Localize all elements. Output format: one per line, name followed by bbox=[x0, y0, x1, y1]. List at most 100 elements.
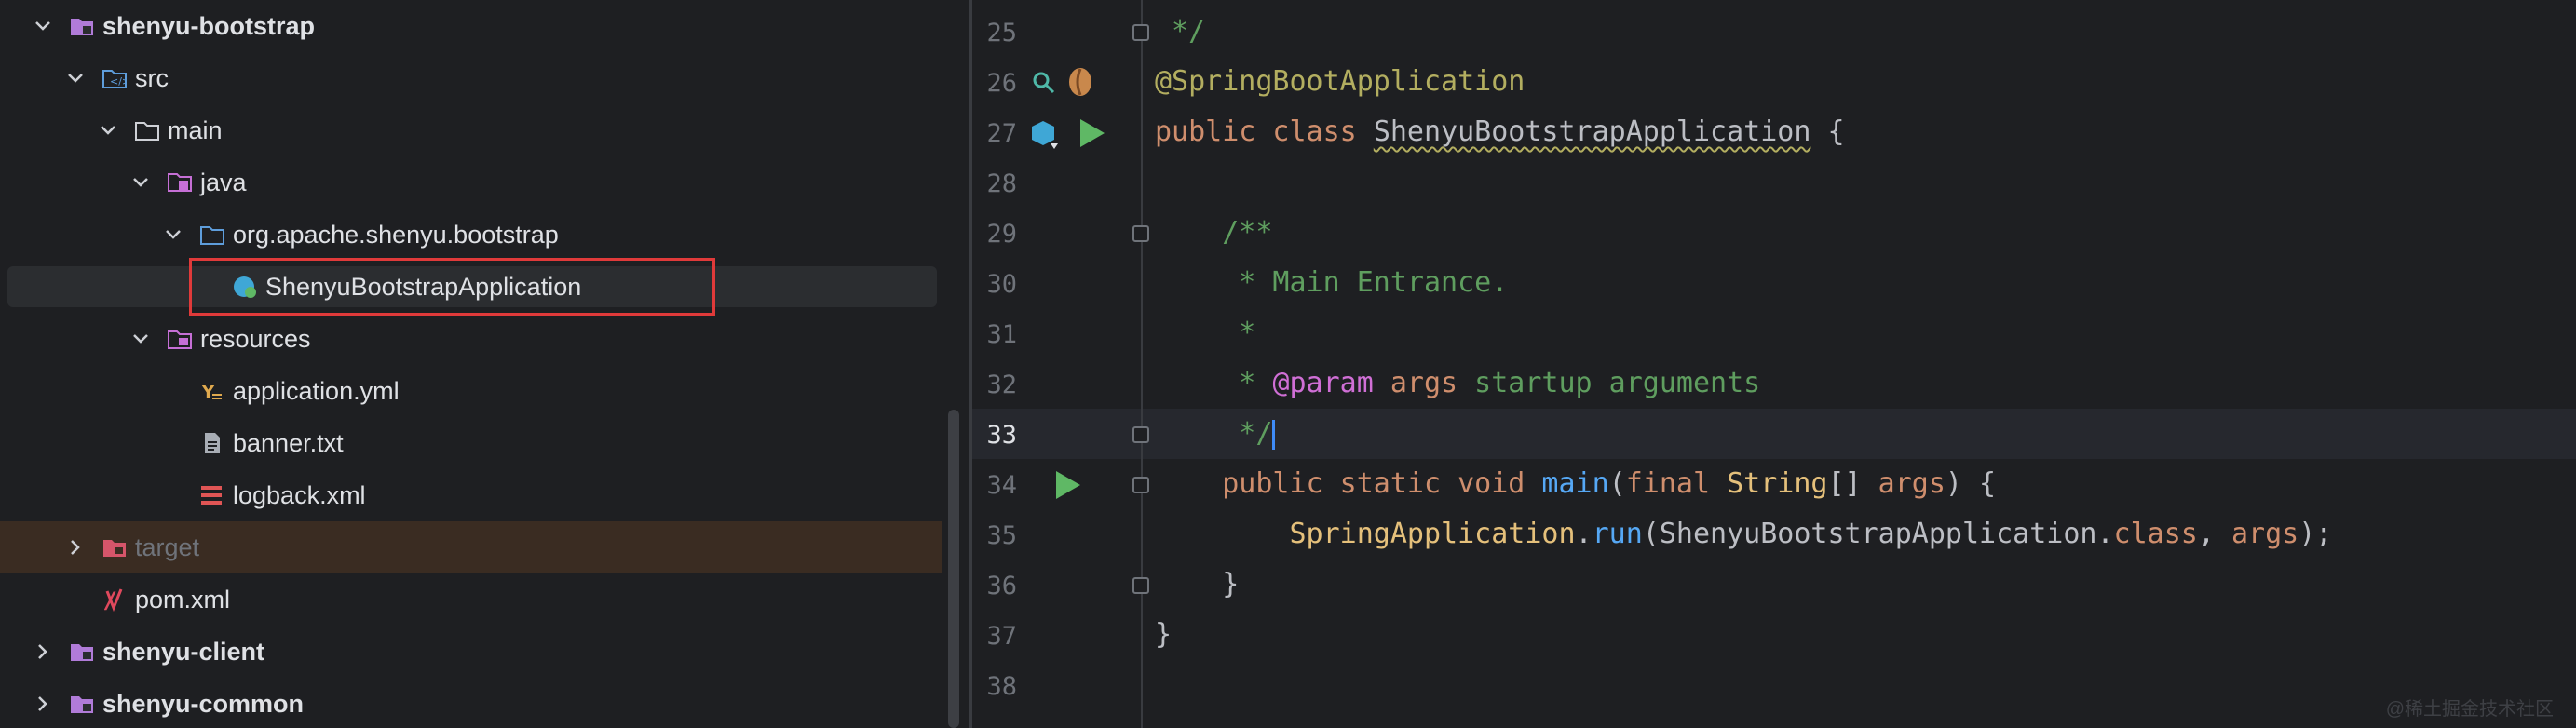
tree-item-pom-xml[interactable]: / pom.xml bbox=[0, 573, 959, 626]
tree-item-java[interactable]: java bbox=[0, 156, 959, 209]
tree-chevron-spacer bbox=[164, 382, 183, 400]
line-number: 38 bbox=[986, 672, 1017, 701]
chevron-down-icon[interactable] bbox=[131, 330, 150, 348]
code-token: run bbox=[1592, 518, 1643, 550]
run-main-icon[interactable] bbox=[1052, 469, 1082, 501]
excluded-folder-icon bbox=[102, 534, 128, 560]
tree-item-label: org.apache.shenyu.bootstrap bbox=[233, 220, 559, 249]
tree-item-logback-xml[interactable]: logback.xml bbox=[0, 469, 959, 521]
find-usages-icon[interactable] bbox=[1030, 69, 1058, 97]
code-line-31: * bbox=[1155, 317, 1255, 349]
bean-icon[interactable] bbox=[1065, 65, 1095, 99]
code-token: ShenyuBootstrapApplication bbox=[1659, 518, 2097, 550]
line-number-current: 33 bbox=[986, 421, 1017, 450]
code-token: [] bbox=[1827, 467, 1878, 500]
tree-item-application-yml[interactable]: Yapplication.yml bbox=[0, 365, 959, 417]
code-token: args bbox=[2230, 518, 2299, 550]
tree-item-shenyu-common[interactable]: shenyu-common bbox=[0, 678, 959, 728]
code-token: , bbox=[2197, 518, 2231, 550]
package-icon bbox=[199, 222, 225, 248]
watermark: @稀土掘金技术社区 bbox=[2385, 699, 2554, 720]
code-token: @param bbox=[1272, 367, 1374, 399]
tree-item-label: logback.xml bbox=[233, 480, 366, 509]
code-token: */ bbox=[1155, 417, 1273, 450]
tree-chevron-spacer bbox=[66, 590, 85, 609]
tree-item-label: shenyu-client bbox=[102, 637, 265, 666]
chevron-right-icon[interactable] bbox=[66, 538, 85, 557]
fold-marker-icon[interactable] bbox=[1132, 426, 1149, 443]
chevron-down-icon[interactable] bbox=[66, 69, 85, 88]
code-line-29: /** bbox=[1155, 216, 1272, 249]
chevron-down-icon[interactable] bbox=[131, 173, 150, 192]
chevron-down-icon[interactable] bbox=[99, 121, 117, 140]
code-editor[interactable]: 25 26 27 28 29 30 31 32 33 34 35 36 37 3… bbox=[972, 0, 2576, 728]
run-class-icon[interactable] bbox=[1077, 117, 1106, 149]
code-token: ) { bbox=[1945, 467, 1997, 500]
code-token: public static void bbox=[1155, 467, 1542, 500]
chevron-right-icon[interactable] bbox=[34, 694, 52, 713]
code-token: @SpringBootApplication bbox=[1155, 65, 1525, 98]
maven-icon: / bbox=[102, 586, 128, 613]
code-line-27: public class ShenyuBootstrapApplication … bbox=[1155, 115, 1845, 148]
tree-item-label: application.yml bbox=[233, 376, 400, 405]
text-caret bbox=[1272, 419, 1276, 450]
tree-item-main[interactable]: main bbox=[0, 104, 959, 156]
code-token: ( bbox=[1642, 518, 1660, 550]
fold-marker-icon[interactable] bbox=[1132, 577, 1149, 594]
gutter-separator bbox=[1141, 0, 1143, 728]
chevron-right-icon[interactable] bbox=[34, 642, 52, 661]
code-line-32: * @param args startup arguments bbox=[1155, 367, 1760, 399]
source-folder-icon: </> bbox=[102, 65, 128, 91]
tree-item-label: main bbox=[168, 115, 223, 144]
code-token: ShenyuBootstrapApplication bbox=[1373, 115, 1811, 148]
tree-chevron-spacer bbox=[164, 434, 183, 452]
code-line-37: } bbox=[1155, 618, 1172, 651]
folder-icon bbox=[134, 117, 160, 143]
chevron-down-icon[interactable] bbox=[164, 225, 183, 244]
tree-chevron-spacer bbox=[164, 486, 183, 505]
code-token: public class bbox=[1155, 115, 1374, 148]
tree-item-label: shenyu-common bbox=[102, 689, 305, 718]
code-line-30: * Main Entrance. bbox=[1155, 266, 1508, 299]
line-number: 25 bbox=[986, 19, 1017, 47]
code-token: args bbox=[1878, 467, 1946, 500]
tree-item-shenyu-bootstrap[interactable]: shenyu-bootstrap bbox=[0, 0, 959, 52]
module-folder-icon bbox=[69, 639, 95, 665]
code-token: . bbox=[1575, 518, 1593, 550]
tree-item-resources[interactable]: resources bbox=[0, 313, 959, 365]
line-number: 34 bbox=[986, 471, 1017, 500]
code-token: */ bbox=[1155, 15, 1206, 47]
text-file-icon bbox=[199, 430, 225, 456]
code-token: ); bbox=[2298, 518, 2333, 550]
resources-folder-icon bbox=[167, 326, 193, 352]
tree-item-banner-txt[interactable]: banner.txt bbox=[0, 417, 959, 469]
line-number: 27 bbox=[986, 119, 1017, 148]
code-token: SpringApplication bbox=[1289, 518, 1576, 550]
code-line-26: @SpringBootApplication bbox=[1155, 65, 1525, 98]
code-token: /** bbox=[1155, 216, 1273, 249]
fold-marker-icon[interactable] bbox=[1132, 477, 1149, 493]
selection-highlight-box bbox=[189, 258, 715, 316]
tree-item-org-apache-shenyu-bootstrap[interactable]: org.apache.shenyu.bootstrap bbox=[0, 209, 959, 261]
tree-item-target[interactable]: target bbox=[0, 521, 942, 573]
code-token: * Main Entrance. bbox=[1155, 266, 1509, 299]
java-source-root-icon bbox=[167, 169, 193, 195]
fold-marker-icon[interactable] bbox=[1132, 225, 1149, 242]
tree-item-label: banner.txt bbox=[233, 428, 344, 457]
line-number: 35 bbox=[986, 521, 1017, 550]
code-token: class bbox=[2113, 518, 2198, 550]
line-number: 32 bbox=[986, 371, 1017, 399]
chevron-down-icon[interactable] bbox=[34, 17, 52, 35]
project-tree-panel: shenyu-bootstrap </> src main java org.apache… bbox=[0, 0, 959, 728]
fold-marker-icon[interactable] bbox=[1132, 24, 1149, 41]
tree-item-label: target bbox=[135, 533, 200, 561]
code-token: } bbox=[1155, 618, 1173, 651]
line-number: 29 bbox=[986, 220, 1017, 249]
code-line-25: */ bbox=[1155, 15, 1205, 47]
line-number: 30 bbox=[986, 270, 1017, 299]
tree-item-src[interactable]: </> src bbox=[0, 52, 959, 104]
spring-bean-run-icon[interactable] bbox=[1028, 117, 1062, 151]
code-token: } bbox=[1155, 568, 1240, 600]
tree-item-shenyu-client[interactable]: shenyu-client bbox=[0, 626, 959, 678]
